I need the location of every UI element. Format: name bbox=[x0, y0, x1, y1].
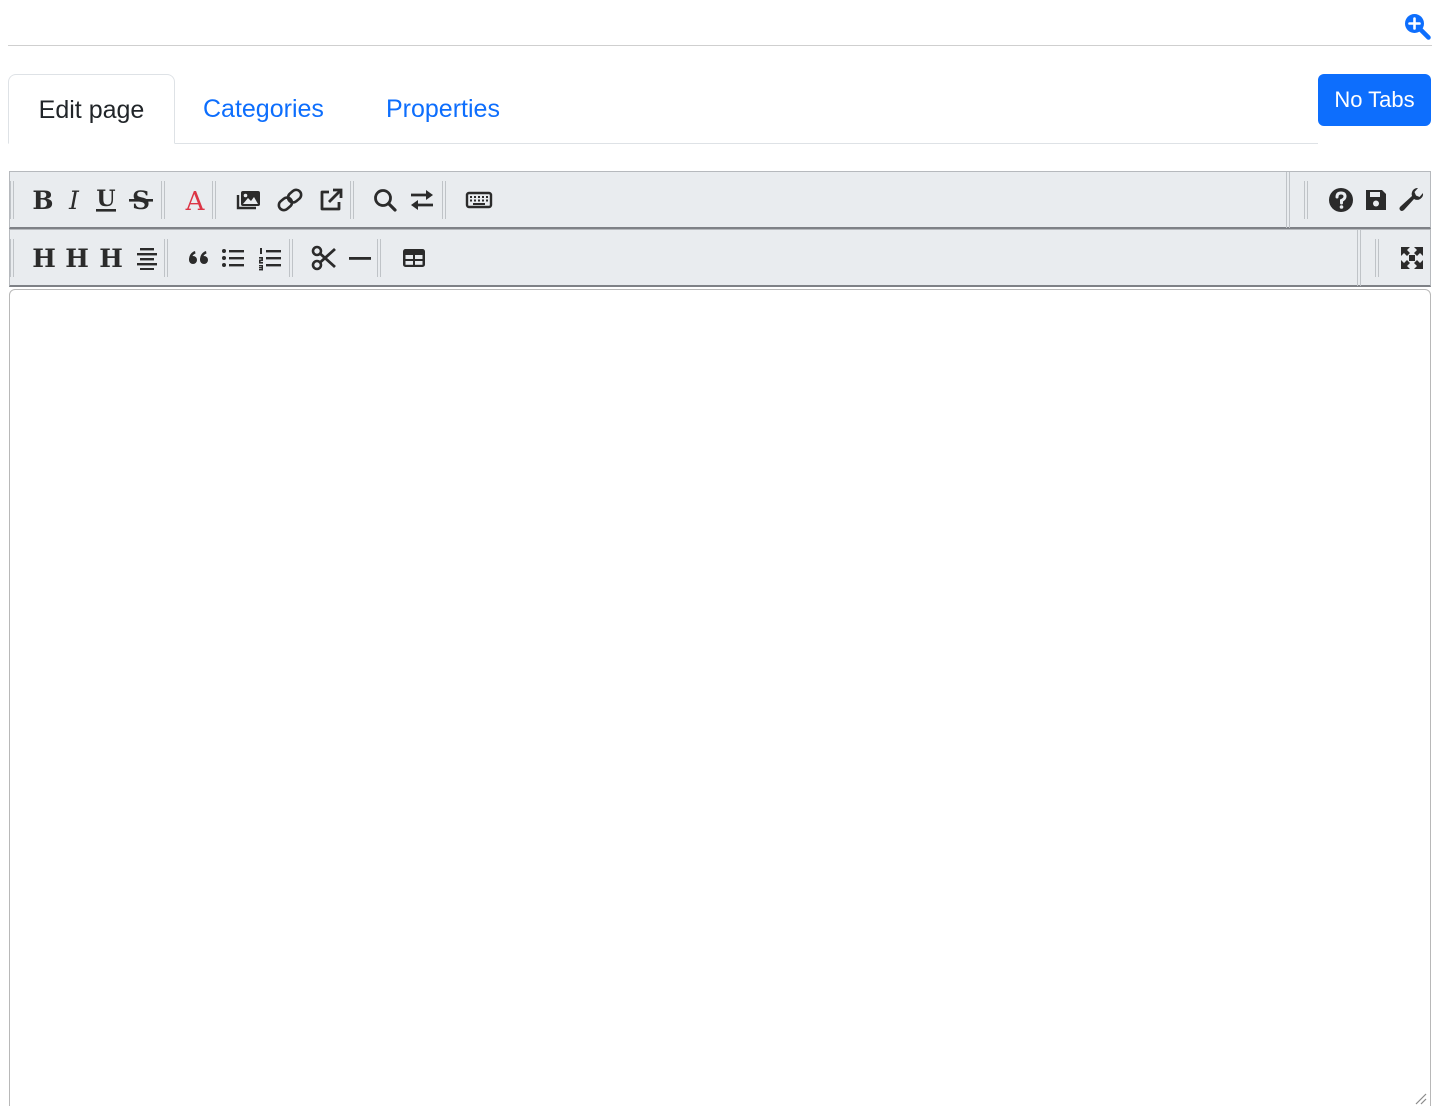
toolbar-separator bbox=[1304, 181, 1308, 219]
strikethrough-icon[interactable]: S bbox=[127, 186, 155, 214]
heading2-icon[interactable]: H bbox=[63, 244, 91, 272]
tab-bar: Edit page Categories Properties bbox=[8, 74, 1318, 144]
page-content-editor[interactable] bbox=[9, 289, 1431, 1106]
link-icon[interactable] bbox=[276, 186, 304, 214]
cut-icon[interactable] bbox=[310, 244, 338, 272]
svg-text:A: A bbox=[185, 187, 206, 214]
page: Edit page Categories Properties No Tabs … bbox=[0, 0, 1440, 1106]
magnifier-plus-icon[interactable] bbox=[1403, 12, 1431, 40]
toolbar-separator bbox=[212, 181, 216, 219]
svg-text:B: B bbox=[32, 186, 53, 214]
no-tabs-button[interactable]: No Tabs bbox=[1318, 74, 1431, 126]
underline-icon[interactable]: U bbox=[92, 186, 120, 214]
align-center-icon[interactable] bbox=[133, 244, 161, 272]
unordered-list-icon[interactable] bbox=[219, 244, 247, 272]
toolbar-separator bbox=[1375, 239, 1379, 277]
toolbar-separator bbox=[10, 239, 14, 277]
toolbar-separator bbox=[289, 239, 293, 277]
tab-edit-page[interactable]: Edit page bbox=[8, 74, 175, 144]
svg-text:U: U bbox=[96, 186, 115, 212]
toolbar-separator bbox=[164, 239, 168, 277]
keyboard-icon[interactable] bbox=[465, 186, 493, 214]
toolbar-separator bbox=[1286, 172, 1290, 228]
ordered-list-icon[interactable] bbox=[256, 244, 284, 272]
image-icon[interactable] bbox=[235, 186, 263, 214]
toolbar-separator bbox=[377, 239, 381, 277]
svg-text:H: H bbox=[32, 244, 56, 272]
find-icon[interactable] bbox=[371, 186, 399, 214]
blockquote-icon[interactable] bbox=[185, 244, 213, 272]
text-color-icon[interactable]: A bbox=[181, 186, 209, 214]
tab-categories[interactable]: Categories bbox=[203, 74, 324, 144]
svg-text:H: H bbox=[65, 244, 89, 272]
save-icon[interactable] bbox=[1362, 186, 1390, 214]
tab-properties[interactable]: Properties bbox=[386, 74, 500, 144]
toolbar-separator bbox=[350, 181, 354, 219]
svg-text:H: H bbox=[99, 244, 123, 272]
help-icon[interactable] bbox=[1327, 186, 1355, 214]
bold-icon[interactable]: B bbox=[29, 186, 57, 214]
italic-icon[interactable]: I bbox=[60, 186, 88, 214]
svg-text:I: I bbox=[68, 186, 80, 214]
external-link-icon[interactable] bbox=[317, 186, 345, 214]
editor-toolbar-row-1: B I U S A bbox=[9, 171, 1431, 229]
resize-handle-icon[interactable] bbox=[1412, 1090, 1428, 1106]
table-icon[interactable] bbox=[400, 244, 428, 272]
toolbar-separator bbox=[161, 181, 165, 219]
header-divider bbox=[8, 45, 1432, 46]
settings-wrench-icon[interactable] bbox=[1398, 186, 1426, 214]
horizontal-rule-icon[interactable] bbox=[346, 244, 374, 272]
heading1-icon[interactable]: H bbox=[30, 244, 58, 272]
replace-icon[interactable] bbox=[408, 186, 436, 214]
toolbar-separator bbox=[442, 181, 446, 219]
toolbar-separator bbox=[10, 181, 14, 219]
toolbar-separator bbox=[1357, 230, 1361, 286]
heading3-icon[interactable]: H bbox=[97, 244, 125, 272]
editor-toolbar-row-2: H H H bbox=[9, 229, 1431, 287]
fullscreen-icon[interactable] bbox=[1398, 244, 1426, 272]
